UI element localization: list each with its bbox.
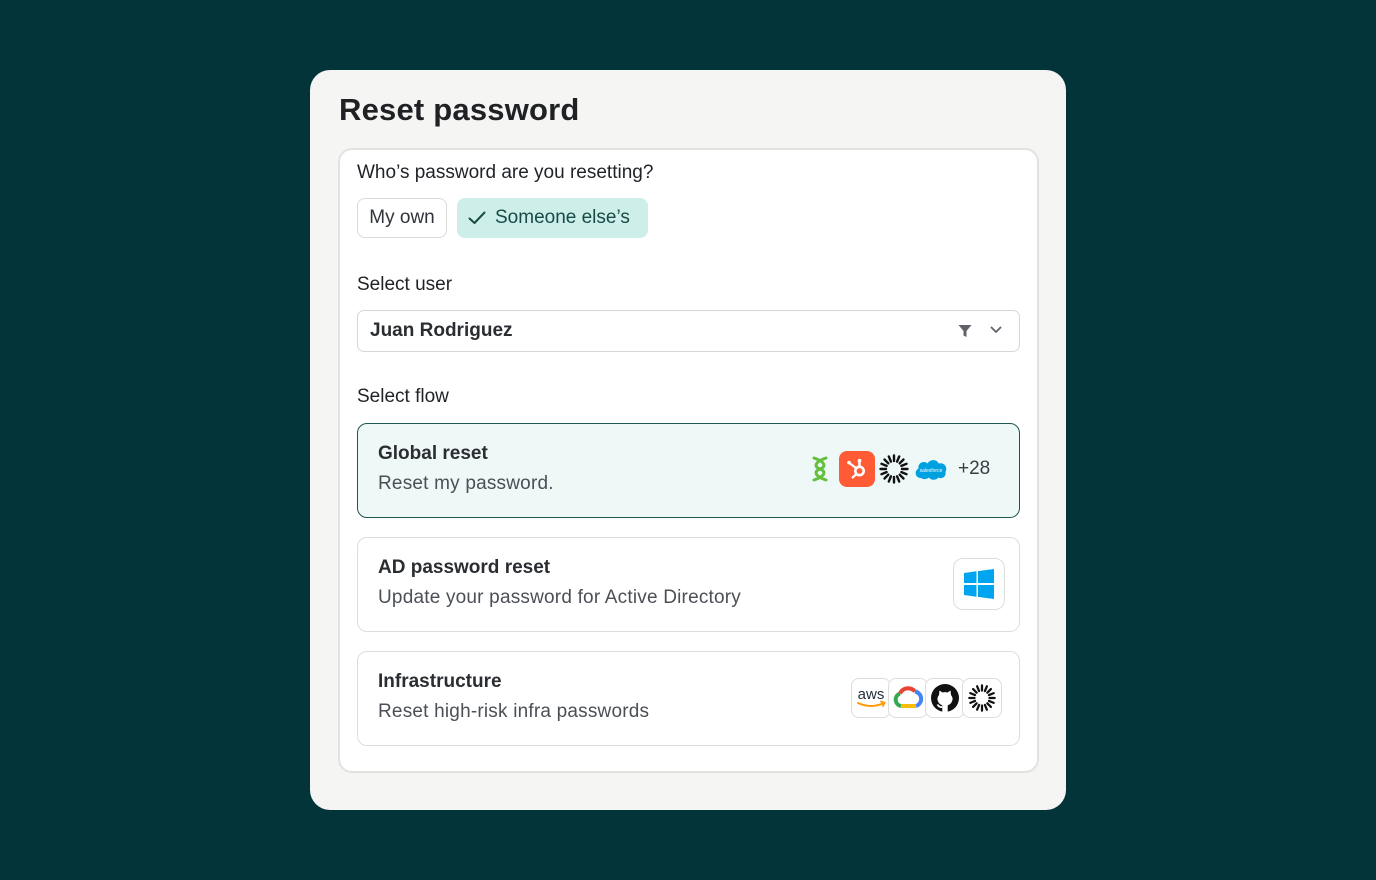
flow-description: Reset my password. (378, 473, 554, 494)
chevron-down-icon[interactable] (990, 326, 1002, 334)
windows-icon (953, 558, 1005, 610)
svg-text:salesforce: salesforce (920, 468, 943, 474)
aws-icon: aws (851, 678, 891, 718)
someone-elses-label: Someone else’s (495, 207, 630, 228)
select-user-label: Select user (357, 274, 453, 295)
someone-elses-option[interactable]: Someone else’s (457, 198, 648, 238)
flow-option-infrastructure[interactable]: Infrastructure Reset high-risk infra pas… (357, 651, 1020, 746)
flow-app-logos (952, 558, 1005, 610)
flow-option-global-reset[interactable]: Global reset Reset my password. salesfor… (357, 423, 1020, 518)
flow-title: Global reset (378, 443, 488, 464)
flow-title: AD password reset (378, 557, 551, 578)
flow-description: Update your password for Active Director… (378, 587, 742, 608)
user-select-dropdown[interactable]: Juan Rodriguez (357, 310, 1020, 352)
whose-password-question: Who’s password are you resetting? (357, 162, 654, 183)
sunburst-icon (962, 678, 1002, 718)
select-flow-label: Select flow (357, 386, 449, 407)
hubspot-icon (839, 451, 875, 487)
more-apps-count: +28 (958, 458, 991, 479)
svg-text:aws: aws (858, 686, 885, 703)
google-cloud-icon (888, 678, 928, 718)
flow-description: Reset high-risk infra passwords (378, 701, 650, 722)
filter-icon[interactable] (958, 324, 972, 338)
green-knot-icon (802, 451, 838, 487)
selected-user-value: Juan Rodriguez (370, 320, 513, 341)
flow-title: Infrastructure (378, 671, 502, 692)
sunburst-icon (876, 451, 912, 487)
my-own-label: My own (369, 207, 435, 228)
salesforce-icon: salesforce (913, 451, 949, 487)
reset-password-dialog: Reset password Who’s password are you re… (310, 70, 1066, 810)
flow-option-ad-password-reset[interactable]: AD password reset Update your password f… (357, 537, 1020, 632)
reset-form-panel: Who’s password are you resetting? My own… (338, 148, 1039, 773)
my-own-option[interactable]: My own (357, 198, 447, 238)
flow-app-logos: salesforce +28 (801, 451, 990, 487)
dialog-title: Reset password (339, 92, 580, 127)
flow-app-logos: aws (850, 678, 1002, 718)
github-icon (925, 678, 965, 718)
checkmark-icon (468, 211, 486, 224)
